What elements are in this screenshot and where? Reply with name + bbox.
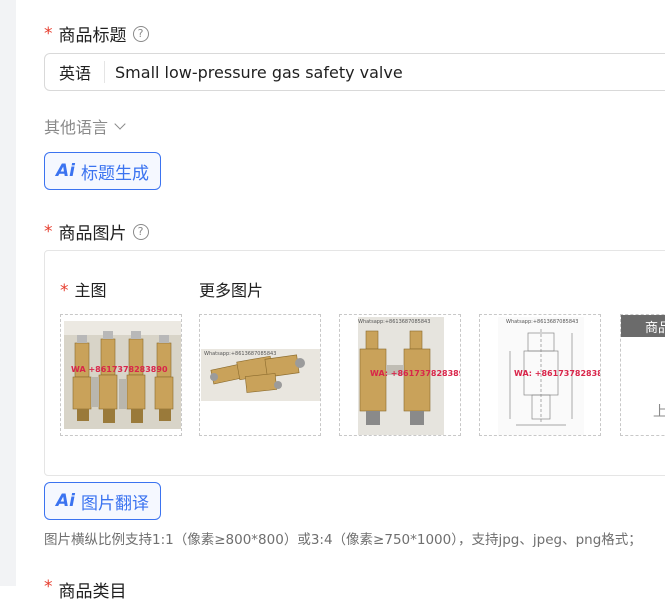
ai-icon: Ai (56, 161, 75, 181)
required-mark: * (44, 23, 53, 44)
required-mark: * (44, 221, 53, 242)
title-label: 商品标题 (58, 26, 127, 46)
upload-image-slot[interactable]: 商品 上 (620, 314, 665, 436)
language-prefix: 英语 (45, 61, 106, 83)
title-section-label: * 商品标题 ? (44, 21, 149, 46)
watermark-text: WA: +8617378283890 (370, 369, 461, 378)
upload-tag: 商品 (621, 315, 665, 337)
main-image-thumbnail[interactable]: WA +8617378283890 (60, 314, 182, 436)
images-label: 商品图片 (58, 224, 127, 244)
ai-image-translate-button[interactable]: Ai 图片翻译 (44, 482, 161, 520)
required-mark: * (44, 577, 53, 597)
watermark-text: WA +8617378283890 (71, 365, 168, 374)
category-label: 商品类目 (58, 582, 127, 602)
ai-title-generate-label: 标题生成 (80, 163, 149, 184)
image-requirements-hint: 图片横纵比例支持1:1（像素≥800*800）或3:4（像素≥750*1000）… (44, 532, 642, 548)
ai-title-generate-button[interactable]: Ai 标题生成 (44, 152, 161, 190)
category-section-label: * 商品类目 (44, 577, 127, 602)
small-caption: Whatsapp:+8613687085843 (358, 319, 431, 325)
left-gutter (0, 0, 16, 586)
chevron-down-icon (114, 118, 126, 130)
small-caption: Whatsapp:+8613687085843 (506, 319, 579, 325)
watermark-text: WA: +8617378283890 (514, 369, 600, 378)
other-languages-label: 其他语言 (44, 118, 109, 137)
valve-photo-1 (64, 321, 181, 429)
images-section-label: * 商品图片 ? (44, 219, 149, 244)
ai-image-translate-label: 图片翻译 (80, 493, 149, 514)
valve-photo-2 (201, 349, 320, 401)
small-caption: Whatsapp:+8613687085843 (204, 351, 277, 357)
upload-text: 上 (653, 404, 665, 420)
other-languages-toggle[interactable]: 其他语言 (44, 114, 126, 138)
product-title-value[interactable]: Small low-pressure gas safety valve (105, 63, 403, 82)
required-mark: * (60, 281, 69, 301)
main-image-label: * 主图 (60, 281, 107, 301)
more-image-thumbnail-2[interactable]: Whatsapp:+8613687085843 WA: +86173782838… (339, 314, 461, 436)
more-image-thumbnail-3[interactable]: Whatsapp:+8613687085843 WA: +86173782838… (479, 314, 601, 436)
question-circle-icon[interactable]: ? (132, 25, 149, 42)
more-images-label: 更多图片 (199, 281, 264, 300)
more-image-thumbnail-1[interactable]: Whatsapp:+8613687085843 (199, 314, 321, 436)
ai-icon: Ai (56, 491, 75, 511)
question-circle-icon[interactable]: ? (132, 223, 149, 240)
product-title-input[interactable]: 英语 Small low-pressure gas safety valve (44, 53, 665, 91)
